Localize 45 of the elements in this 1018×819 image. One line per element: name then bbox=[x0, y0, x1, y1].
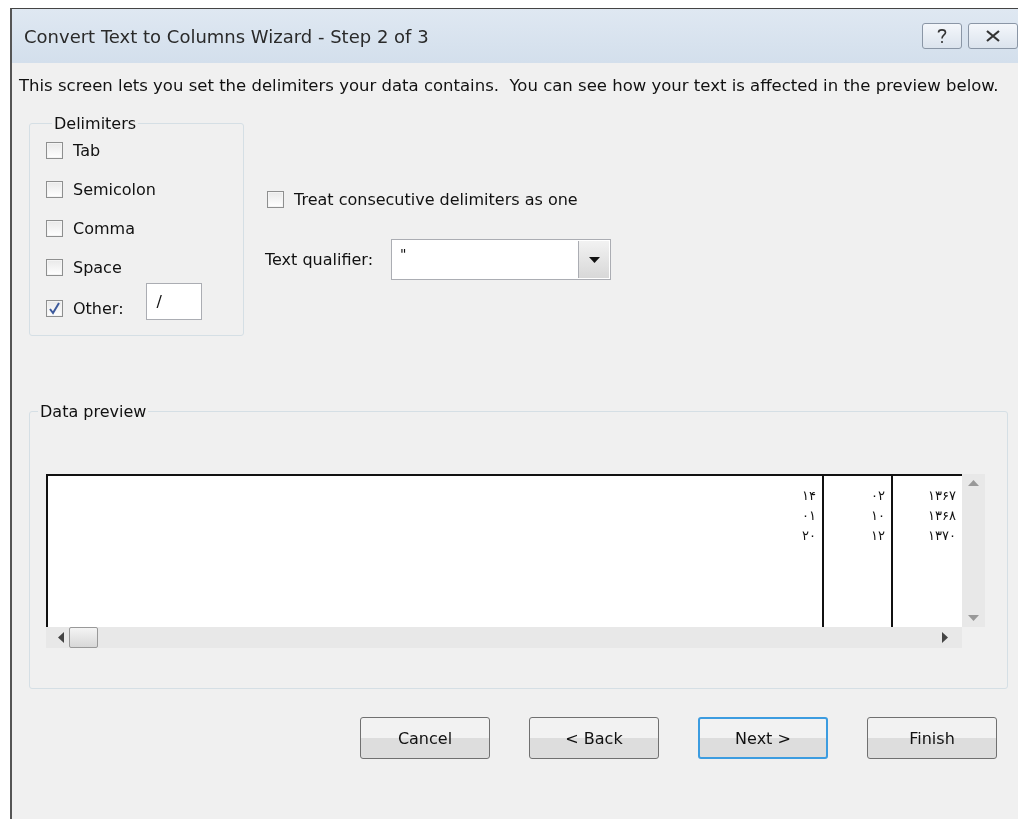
checkbox[interactable] bbox=[46, 259, 63, 276]
preview-cell-text: ۱۰ bbox=[870, 508, 886, 525]
checkbox[interactable] bbox=[267, 191, 284, 208]
dropdown-value: " bbox=[399, 245, 408, 264]
checkbox-label[interactable]: Treat consecutive delimiters as one bbox=[294, 190, 578, 209]
scroll-down-icon bbox=[968, 615, 979, 621]
close-button[interactable] bbox=[968, 23, 1018, 49]
checkbox-label[interactable]: Tab bbox=[73, 141, 101, 160]
vertical-scrollbar[interactable] bbox=[962, 474, 985, 627]
checkbox-label[interactable]: Semicolon bbox=[73, 180, 156, 199]
checkbox[interactable] bbox=[46, 142, 63, 159]
dropdown-arrow-icon bbox=[588, 256, 600, 263]
dialog-button[interactable]: Next > bbox=[698, 717, 828, 759]
checkbox[interactable] bbox=[46, 181, 63, 198]
preview-cell-text: ۰۲ bbox=[870, 488, 886, 505]
help-button[interactable] bbox=[922, 23, 962, 49]
preview-cell-text: ۱۲ bbox=[870, 528, 886, 545]
dialog-button[interactable]: Finish bbox=[867, 717, 997, 759]
scroll-right-icon bbox=[942, 632, 948, 643]
scroll-left-icon bbox=[58, 632, 64, 643]
group-title: Delimiters bbox=[53, 114, 138, 133]
help-icon bbox=[937, 28, 947, 44]
checkbox[interactable] bbox=[46, 220, 63, 237]
horizontal-scrollbar[interactable] bbox=[46, 627, 962, 648]
close-icon bbox=[986, 30, 1000, 42]
scroll-thumb[interactable] bbox=[69, 627, 98, 648]
scroll-up-icon bbox=[968, 480, 979, 486]
group-title: Data preview bbox=[38, 402, 149, 421]
checkbox-label[interactable]: Space bbox=[73, 258, 122, 277]
text-qualifier-dropdown[interactable]: " bbox=[391, 239, 612, 280]
preview-cell-text: ۱۴ bbox=[801, 488, 817, 505]
dialog-button[interactable]: Cancel bbox=[360, 717, 490, 759]
input-field[interactable]: / bbox=[145, 283, 202, 320]
preview-cell-text: ۲۰ bbox=[801, 528, 817, 545]
preview-cell-text: ۱۳۶۷ bbox=[927, 488, 957, 505]
checkbox-label[interactable]: Comma bbox=[73, 219, 135, 238]
window-title: Convert Text to Columns Wizard - Step 2 of 3 bbox=[24, 25, 430, 47]
field-label: Text qualifier: bbox=[265, 250, 374, 269]
checkbox[interactable] bbox=[46, 300, 63, 317]
instruction-text: This screen lets you set the delimiters your data contains. You can see how your text is affected in the preview below. bbox=[19, 75, 1000, 97]
dialog-button[interactable]: < Back bbox=[529, 717, 659, 759]
preview-cell-text: ۰۱ bbox=[801, 508, 817, 525]
preview-cell-text: ۱۳۶۸ bbox=[927, 508, 957, 525]
checkbox-label[interactable]: Other: bbox=[73, 299, 124, 318]
preview-cell-text: ۱۳۷۰ bbox=[927, 528, 957, 545]
